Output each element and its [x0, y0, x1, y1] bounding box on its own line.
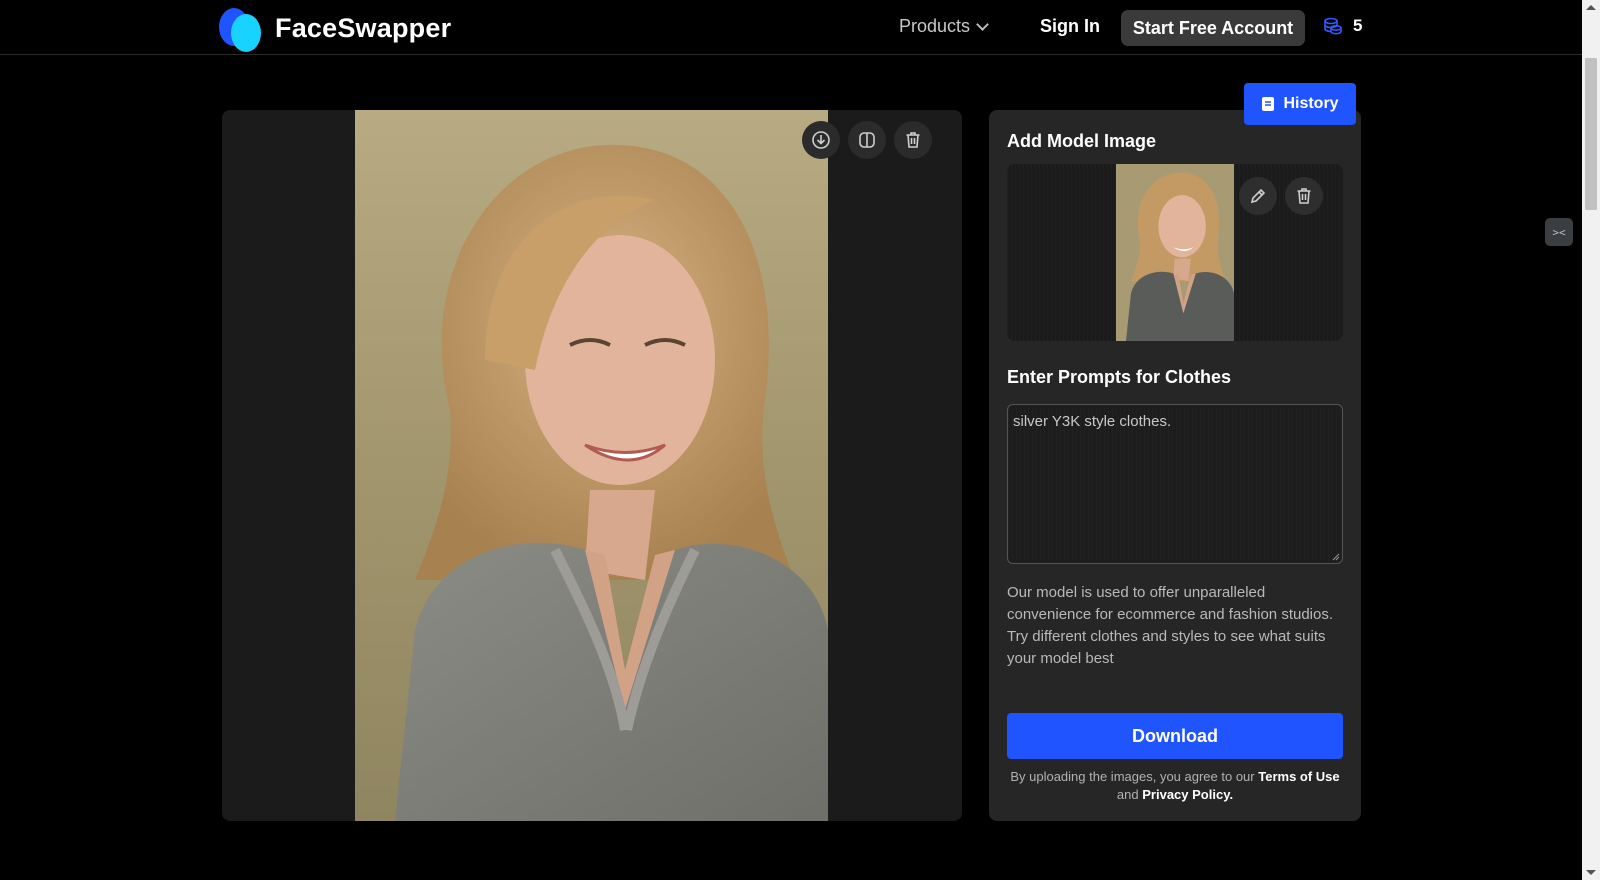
- download-icon: [812, 131, 830, 149]
- privacy-policy-link[interactable]: Privacy Policy.: [1142, 787, 1233, 802]
- model-photo: [355, 110, 828, 821]
- terms-notice: By uploading the images, you agree to ou…: [1007, 768, 1343, 804]
- terms-prefix: By uploading the images, you agree to ou…: [1010, 769, 1255, 784]
- trash-icon: [906, 132, 920, 148]
- logo-icon: [219, 6, 263, 52]
- side-widget[interactable]: ><: [1545, 218, 1573, 246]
- model-thumbnail: [1116, 164, 1234, 341]
- credits-counter[interactable]: 5: [1323, 16, 1362, 36]
- clothes-prompt-input[interactable]: silver Y3K style clothes.: [1007, 404, 1343, 564]
- scroll-down-arrow-icon[interactable]: [1586, 870, 1596, 875]
- coins-icon: [1324, 17, 1342, 35]
- history-label: History: [1283, 95, 1339, 112]
- add-model-image-title: Add Model Image: [1007, 131, 1157, 151]
- scrollbar[interactable]: [1582, 0, 1600, 880]
- start-free-account-button[interactable]: Start Free Account: [1121, 10, 1305, 46]
- compare-button[interactable]: [848, 121, 886, 159]
- scroll-thumb[interactable]: [1585, 58, 1597, 210]
- top-navigation-bar: FaceSwapper Products Sign In Start Free …: [0, 0, 1582, 55]
- model-image-upload[interactable]: [1007, 164, 1343, 341]
- delete-result-button[interactable]: [894, 121, 932, 159]
- scroll-up-arrow-icon[interactable]: [1586, 5, 1596, 10]
- delete-model-button[interactable]: [1285, 177, 1323, 215]
- credits-count: 5: [1353, 16, 1363, 35]
- logo-text: FaceSwapper: [275, 12, 452, 43]
- history-icon: [1262, 97, 1275, 111]
- download-result-button[interactable]: [802, 121, 840, 159]
- sign-in-link[interactable]: Sign In: [1040, 16, 1100, 37]
- chevron-down-icon: [976, 17, 989, 31]
- resize-handle-icon[interactable]: [1331, 552, 1340, 561]
- pencil-icon: [1250, 188, 1266, 204]
- compare-icon: [859, 132, 875, 148]
- history-button[interactable]: History: [1244, 83, 1356, 125]
- logo[interactable]: FaceSwapper: [219, 6, 452, 52]
- terms-and: and: [1116, 787, 1139, 802]
- edit-model-button[interactable]: [1239, 177, 1277, 215]
- products-menu[interactable]: Products: [899, 16, 989, 37]
- download-button[interactable]: Download: [1007, 713, 1343, 759]
- products-menu-label: Products: [899, 16, 971, 36]
- trash-icon: [1297, 188, 1311, 204]
- terms-of-use-link[interactable]: Terms of Use: [1258, 769, 1339, 784]
- prompt-title: Enter Prompts for Clothes: [1007, 367, 1232, 387]
- model-description: Our model is used to offer unparalleled …: [1007, 584, 1334, 667]
- result-preview: [222, 110, 962, 821]
